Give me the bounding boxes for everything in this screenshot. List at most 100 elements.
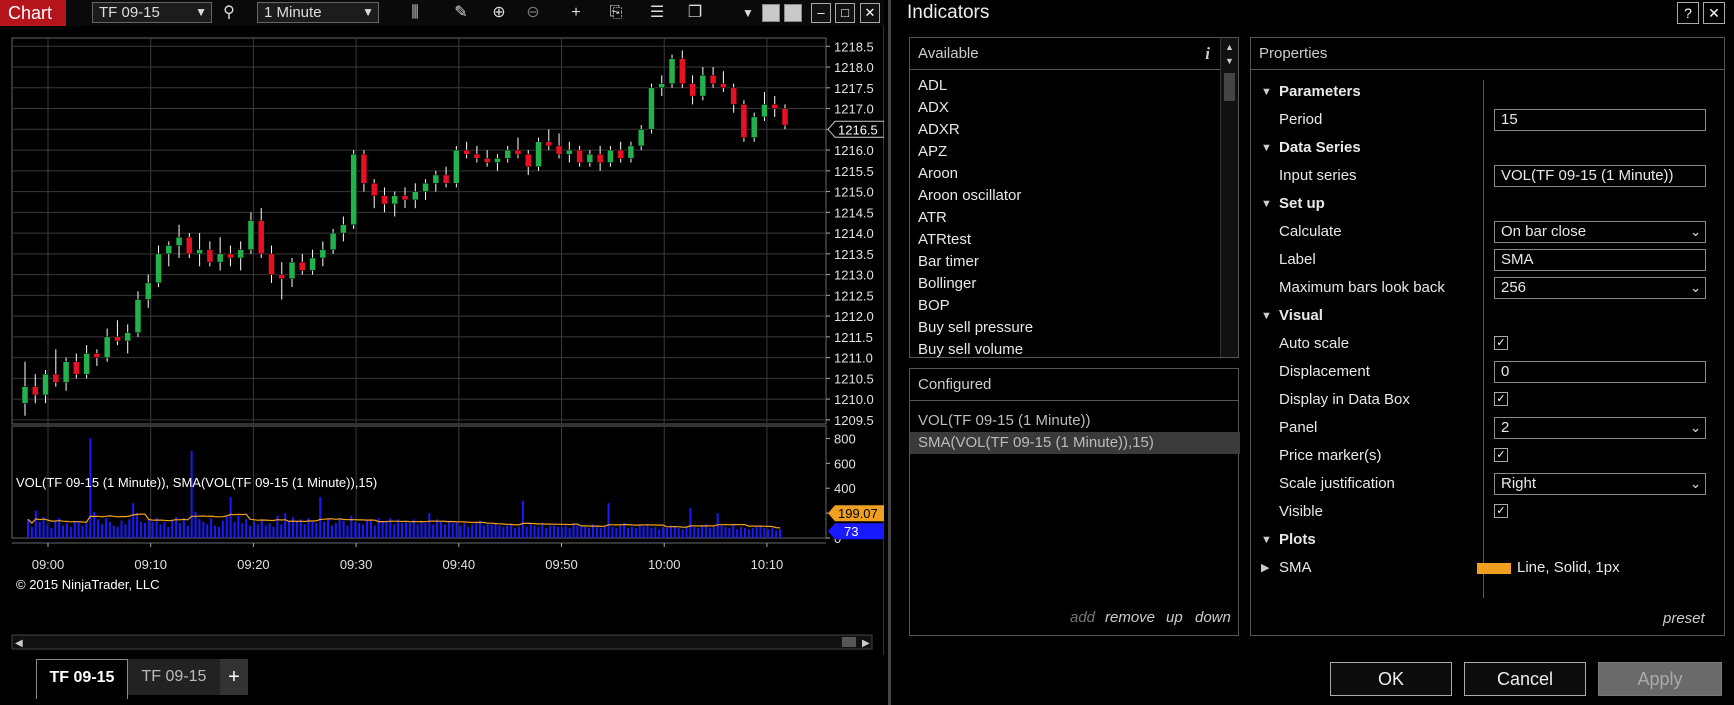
data-box-checkbox[interactable]: ✓: [1494, 392, 1508, 406]
price-markers-checkbox[interactable]: ✓: [1494, 448, 1508, 462]
candle-body: [761, 104, 768, 118]
displacement-input[interactable]: 0: [1494, 361, 1706, 383]
color-swatch-1[interactable]: [762, 4, 780, 22]
info-icon[interactable]: i: [1205, 38, 1210, 70]
price-tick-label: 1210.0: [834, 392, 874, 407]
candle-body: [514, 149, 522, 155]
available-item[interactable]: Bar timer: [918, 253, 979, 270]
down-link[interactable]: down: [1195, 609, 1231, 626]
add-link[interactable]: add: [1070, 609, 1095, 626]
horizontal-scrollbar[interactable]: [11, 634, 873, 650]
available-item[interactable]: ADL: [918, 77, 947, 94]
dialog-close-button[interactable]: ✕: [1703, 2, 1725, 24]
candle-body: [617, 149, 624, 159]
section-parameters[interactable]: ▼ Parameters: [1251, 78, 1711, 106]
available-item[interactable]: Aroon oscillator: [918, 187, 1021, 204]
indicators-icon[interactable]: ☰: [646, 2, 668, 24]
section-data-series[interactable]: ▼ Data Series: [1251, 134, 1711, 162]
candle-body: [453, 149, 460, 184]
tab-tf-09-15-active[interactable]: TF 09-15: [36, 659, 128, 699]
available-item[interactable]: Bollinger: [918, 275, 976, 292]
search-icon[interactable]: ⚲: [218, 2, 240, 24]
available-item[interactable]: APZ: [918, 143, 947, 160]
candle-body: [771, 104, 778, 109]
remove-link[interactable]: remove: [1105, 609, 1155, 626]
zoom-out-icon[interactable]: ⊖: [522, 2, 544, 24]
candle-body: [781, 108, 789, 126]
scroll-right-icon[interactable]: ▶: [862, 638, 870, 649]
scroll-down-icon[interactable]: ▼: [1225, 56, 1234, 66]
pencil-icon[interactable]: ✎: [450, 2, 472, 24]
up-link[interactable]: up: [1166, 609, 1183, 626]
section-setup[interactable]: ▼ Set up: [1251, 190, 1711, 218]
preset-link[interactable]: preset: [1663, 610, 1705, 627]
chevron-down-icon: ⌄: [1690, 476, 1701, 491]
available-item[interactable]: BOP: [918, 297, 950, 314]
available-item[interactable]: ATR: [918, 209, 947, 226]
tab-tf-09-15[interactable]: TF 09-15: [128, 659, 220, 695]
candle-body: [586, 153, 594, 163]
help-button[interactable]: ?: [1677, 2, 1699, 24]
available-item[interactable]: Buy sell volume: [918, 341, 1023, 357]
scale-justification-select[interactable]: Right ⌄: [1494, 473, 1706, 495]
interval-selector[interactable]: 1 Minute ▼: [257, 2, 379, 23]
properties-panel: Properties ▼ Parameters Period 15 ▼ Data…: [1250, 37, 1725, 636]
maximize-button[interactable]: □: [835, 3, 855, 23]
dropdown-icon[interactable]: ▼: [737, 2, 759, 24]
instrument-selector[interactable]: TF 09-15 ▼: [92, 2, 212, 23]
scroll-thumb[interactable]: [842, 637, 856, 647]
crosshair-icon[interactable]: +: [565, 2, 587, 24]
max-bars-select[interactable]: 256 ⌄: [1494, 277, 1706, 299]
section-plots[interactable]: ▼ Plots: [1251, 526, 1711, 554]
candle-body: [679, 58, 686, 84]
time-tick-label: 09:50: [545, 557, 578, 572]
panel-select[interactable]: 2 ⌄: [1494, 417, 1706, 439]
minimize-button[interactable]: –: [811, 3, 831, 23]
ok-button[interactable]: OK: [1330, 662, 1452, 696]
apply-button[interactable]: Apply: [1598, 662, 1722, 696]
configured-item[interactable]: VOL(TF 09-15 (1 Minute)): [910, 410, 1240, 432]
input-series-field[interactable]: VOL(TF 09-15 (1 Minute)): [1494, 165, 1706, 187]
available-item[interactable]: Buy sell pressure: [918, 319, 1033, 336]
available-scrollbar[interactable]: ▲ ▼: [1220, 38, 1238, 357]
strategy-icon[interactable]: ❐: [684, 2, 706, 24]
label-input[interactable]: SMA: [1494, 249, 1706, 271]
price-tick-label: 1210.5: [834, 371, 874, 386]
candle-body: [144, 282, 152, 300]
section-visual[interactable]: ▼ Visual: [1251, 302, 1711, 330]
candle-body: [227, 253, 234, 259]
chart-canvas[interactable]: 1218.5 1218.0 1217.5 1217.0 1216.5 1216.0 1215…: [0, 26, 884, 656]
color-swatch-2[interactable]: [784, 4, 802, 22]
volume-value-label: 73: [844, 524, 858, 539]
add-tab-button[interactable]: +: [220, 659, 248, 695]
zoom-in-icon[interactable]: ⊕: [488, 2, 510, 24]
expand-icon[interactable]: ▶: [1261, 554, 1275, 582]
calculate-select[interactable]: On bar close ⌄: [1494, 221, 1706, 243]
available-item[interactable]: ATRtest: [918, 231, 971, 248]
cancel-button[interactable]: Cancel: [1464, 662, 1586, 696]
prop-plot-sma[interactable]: ▶ SMA Line, Solid, 1px: [1251, 554, 1711, 582]
properties-header: Properties: [1251, 38, 1724, 70]
prop-scale-justification: Scale justification Right ⌄: [1251, 470, 1711, 498]
time-tick-label: 09:00: [32, 557, 65, 572]
period-input[interactable]: 15: [1494, 109, 1706, 131]
chart-title: Chart: [0, 0, 66, 26]
candle-body: [730, 87, 737, 105]
price-tick-label: 1218.0: [834, 60, 874, 75]
scroll-left-icon[interactable]: ◀: [15, 638, 23, 649]
available-item[interactable]: ADX: [918, 99, 949, 116]
scroll-thumb[interactable]: [1224, 73, 1235, 101]
data-box-icon[interactable]: ⎘: [605, 2, 627, 24]
close-button[interactable]: ✕: [860, 3, 880, 23]
candle-body: [412, 191, 419, 201]
collapse-icon: ▼: [1261, 310, 1272, 322]
collapse-icon: ▼: [1261, 142, 1272, 154]
available-item[interactable]: ADXR: [918, 121, 960, 138]
configured-item-selected[interactable]: SMA(VOL(TF 09-15 (1 Minute)),15): [910, 432, 1240, 454]
auto-scale-checkbox[interactable]: ✓: [1494, 336, 1508, 350]
plot-color-swatch[interactable]: [1477, 563, 1511, 574]
bar-type-icon[interactable]: ⫼: [404, 2, 426, 24]
scroll-up-icon[interactable]: ▲: [1225, 42, 1234, 52]
available-item[interactable]: Aroon: [918, 165, 958, 182]
visible-checkbox[interactable]: ✓: [1494, 504, 1508, 518]
